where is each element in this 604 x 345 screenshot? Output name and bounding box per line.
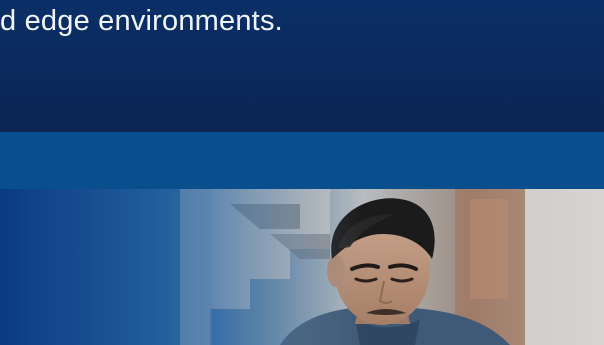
blue-band [0, 132, 604, 189]
hero-photo [0, 189, 604, 345]
page: d edge environments. [0, 0, 604, 345]
person-portrait-image [0, 189, 604, 345]
hero-text-section: d edge environments. [0, 0, 604, 132]
hero-text: d edge environments. [0, 5, 283, 37]
